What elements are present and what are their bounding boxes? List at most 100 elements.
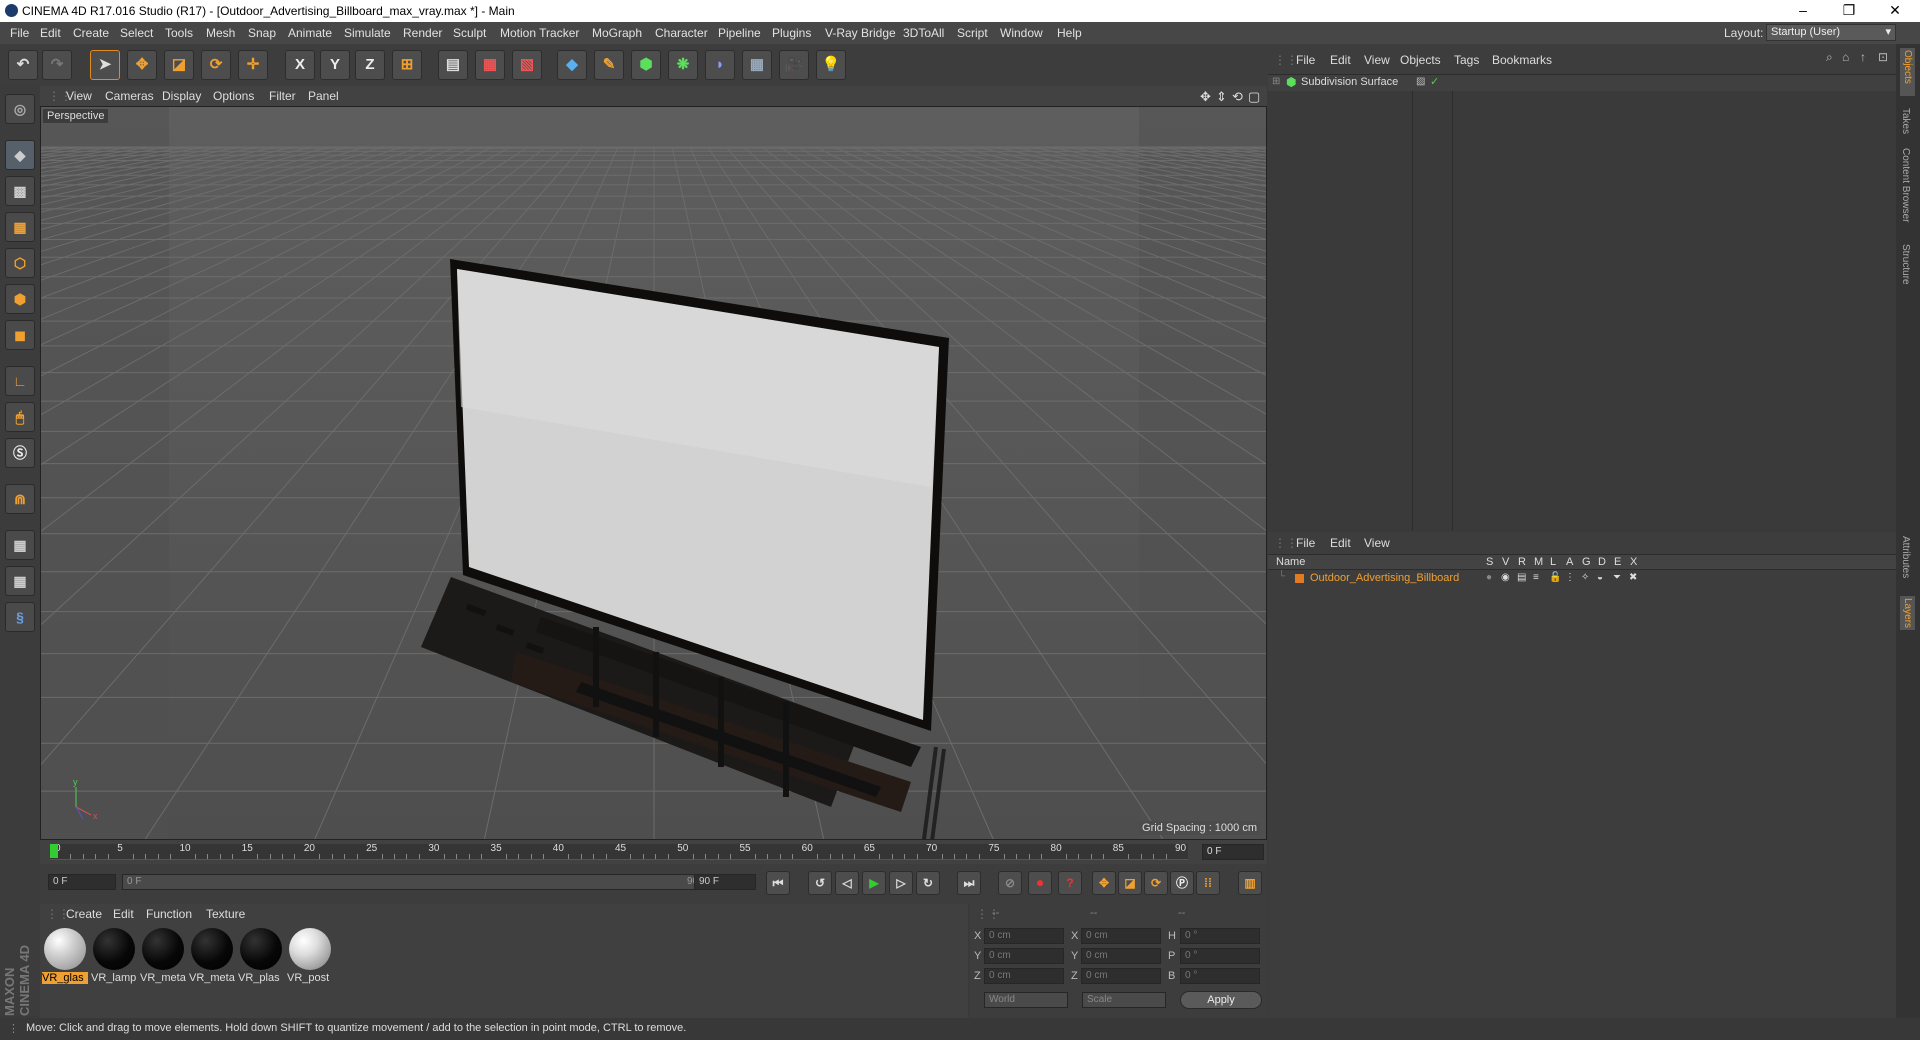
keyframe-selection-button[interactable]: ? [1058, 871, 1082, 895]
tab-takes[interactable]: Takes [1900, 108, 1911, 134]
go-to-start-button[interactable]: ⏮ [766, 871, 790, 895]
next-key-button[interactable]: ↻ [916, 871, 940, 895]
search-icon[interactable]: ⌕ [1826, 50, 1833, 65]
viewport-menu-options[interactable]: Options [213, 89, 254, 103]
previous-key-button[interactable]: ↺ [808, 871, 832, 895]
autokey-button[interactable]: ⏺ [1028, 871, 1052, 895]
current-frame-field[interactable]: 0 F [48, 874, 116, 890]
scale-tool-button[interactable]: ◪ [164, 50, 194, 80]
material-swatch[interactable]: VR_glas [42, 926, 88, 986]
add-light-button[interactable]: 💡 [816, 50, 846, 80]
add-camera-button[interactable]: 🎥 [779, 50, 809, 80]
tab-attributes[interactable]: Attributes [1900, 536, 1911, 578]
add-floor-button[interactable]: ▦ [742, 50, 772, 80]
menu-pipeline[interactable]: Pipeline [718, 26, 761, 40]
lock-icon[interactable]: 🔓 [1549, 572, 1561, 583]
pan-view-icon[interactable]: ✥ [1200, 89, 1211, 105]
material-menu-texture[interactable]: Texture [206, 907, 245, 921]
menu-sculpt[interactable]: Sculpt [453, 26, 486, 40]
tab-objects[interactable]: Objects [1900, 48, 1915, 96]
menu-help[interactable]: Help [1057, 26, 1082, 40]
xref-icon[interactable]: ✖ [1629, 572, 1637, 583]
new-view-icon[interactable]: ⊡ [1878, 50, 1888, 64]
menu-vray-bridge[interactable]: V-Ray Bridge [825, 26, 896, 40]
texture-mode-button[interactable]: ▩ [5, 176, 35, 206]
coordinate-mode-select[interactable]: Scale [1082, 992, 1166, 1008]
maximize-view-icon[interactable]: ▢ [1248, 89, 1260, 105]
menu-animate[interactable]: Animate [288, 26, 332, 40]
menu-window[interactable]: Window [1000, 26, 1043, 40]
key-rotation-button[interactable]: ⟳ [1144, 871, 1168, 895]
edges-mode-button[interactable]: ⬢ [5, 284, 35, 314]
objects-menu-tags[interactable]: Tags [1454, 53, 1479, 67]
key-pla-button[interactable]: ⁞⁞ [1196, 871, 1220, 895]
layout-select[interactable]: Startup (User) ▾ [1766, 24, 1896, 41]
transform-tool-button[interactable]: ✛ [238, 50, 268, 80]
menu-tools[interactable]: Tools [165, 26, 193, 40]
tweak-mode-button[interactable]: 🖱 [5, 402, 35, 432]
menu-simulate[interactable]: Simulate [344, 26, 391, 40]
planar-workplane-button[interactable]: ▦ [5, 566, 35, 596]
material-swatch[interactable]: VR_lamp [91, 926, 137, 986]
add-spline-button[interactable]: ✎ [594, 50, 624, 80]
animation-icon[interactable]: ⋮ [1565, 572, 1575, 583]
z-axis-button[interactable]: Z [355, 50, 385, 80]
size-z-field[interactable]: 0 cm [1081, 968, 1161, 984]
position-x-field[interactable]: 0 cm [984, 928, 1064, 944]
tab-structure[interactable]: Structure [1900, 244, 1911, 285]
object-row[interactable]: ⊞ ⬢ Subdivision Surface ▨ ✓ [1268, 75, 1896, 91]
position-z-field[interactable]: 0 cm [984, 968, 1064, 984]
coordinate-space-select[interactable]: World [984, 992, 1068, 1008]
menu-3dtoall[interactable]: 3DToAll [903, 26, 944, 40]
size-y-field[interactable]: 0 cm [1081, 948, 1161, 964]
menu-snap[interactable]: Snap [248, 26, 276, 40]
add-subdivision-button[interactable]: ⬢ [631, 50, 661, 80]
material-menu-function[interactable]: Function [146, 907, 192, 921]
menu-file[interactable]: File [10, 26, 29, 40]
redo-button[interactable]: ↷ [42, 50, 72, 80]
material-swatch[interactable]: VR_plas [238, 926, 284, 986]
material-swatch[interactable]: VR_meta [140, 926, 186, 986]
editor-visibility-icon[interactable]: ▨ [1416, 76, 1425, 87]
layers-menu-file[interactable]: File [1296, 536, 1315, 550]
expand-icon[interactable]: ⊞ [1272, 76, 1280, 87]
rotate-tool-button[interactable]: ⟳ [201, 50, 231, 80]
layers-menu-view[interactable]: View [1364, 536, 1390, 550]
go-to-end-button[interactable]: ⏭ [957, 871, 981, 895]
render-view-button[interactable]: ▤ [438, 50, 468, 80]
move-tool-button[interactable]: ✥ [127, 50, 157, 80]
end-frame-field[interactable]: 0 F [1202, 844, 1264, 860]
eye-icon[interactable]: ◉ [1501, 572, 1510, 583]
workplane-mode-button[interactable]: ▦ [5, 212, 35, 242]
add-mograph-button[interactable]: ❋ [668, 50, 698, 80]
frame-range-slider[interactable]: 0 F 90 F [122, 874, 722, 890]
playhead[interactable] [50, 844, 58, 858]
axis-mode-button[interactable]: ∟ [5, 366, 35, 396]
polygons-mode-button[interactable]: ◼ [5, 320, 35, 350]
python-button[interactable]: § [5, 602, 35, 632]
menu-create[interactable]: Create [73, 26, 109, 40]
material-swatch[interactable]: VR_meta [189, 926, 235, 986]
material-swatch[interactable]: VR_post [287, 926, 333, 986]
viewport-menu-display[interactable]: Display [162, 89, 201, 103]
menu-mograph[interactable]: MoGraph [592, 26, 642, 40]
layer-row[interactable]: └ Outdoor_Advertising_Billboard ● ◉ ▤ ≡ … [1268, 571, 1896, 586]
menu-edit[interactable]: Edit [40, 26, 61, 40]
dolly-view-icon[interactable]: ⇕ [1216, 89, 1227, 105]
rotation-p-field[interactable]: 0 ° [1180, 948, 1260, 964]
material-menu-edit[interactable]: Edit [113, 907, 134, 921]
magnet-button[interactable]: ⋒ [5, 484, 35, 514]
key-scale-button[interactable]: ◪ [1118, 871, 1142, 895]
minimize-button[interactable]: – [1780, 0, 1826, 22]
make-editable-button[interactable]: ◎ [5, 94, 35, 124]
coordinate-system-button[interactable]: ⊞ [392, 50, 422, 80]
generator-icon[interactable]: ✧ [1581, 572, 1589, 583]
objects-menu-file[interactable]: File [1296, 53, 1315, 67]
previous-frame-button[interactable]: ◁ [835, 871, 859, 895]
objects-menu-edit[interactable]: Edit [1330, 53, 1351, 67]
rotation-b-field[interactable]: 0 ° [1180, 968, 1260, 984]
layer-color-swatch[interactable] [1295, 574, 1304, 583]
close-button[interactable]: ✕ [1872, 0, 1918, 22]
viewport-menu-view[interactable]: View [66, 89, 92, 103]
lock-workplane-button[interactable]: ▦ [5, 530, 35, 560]
